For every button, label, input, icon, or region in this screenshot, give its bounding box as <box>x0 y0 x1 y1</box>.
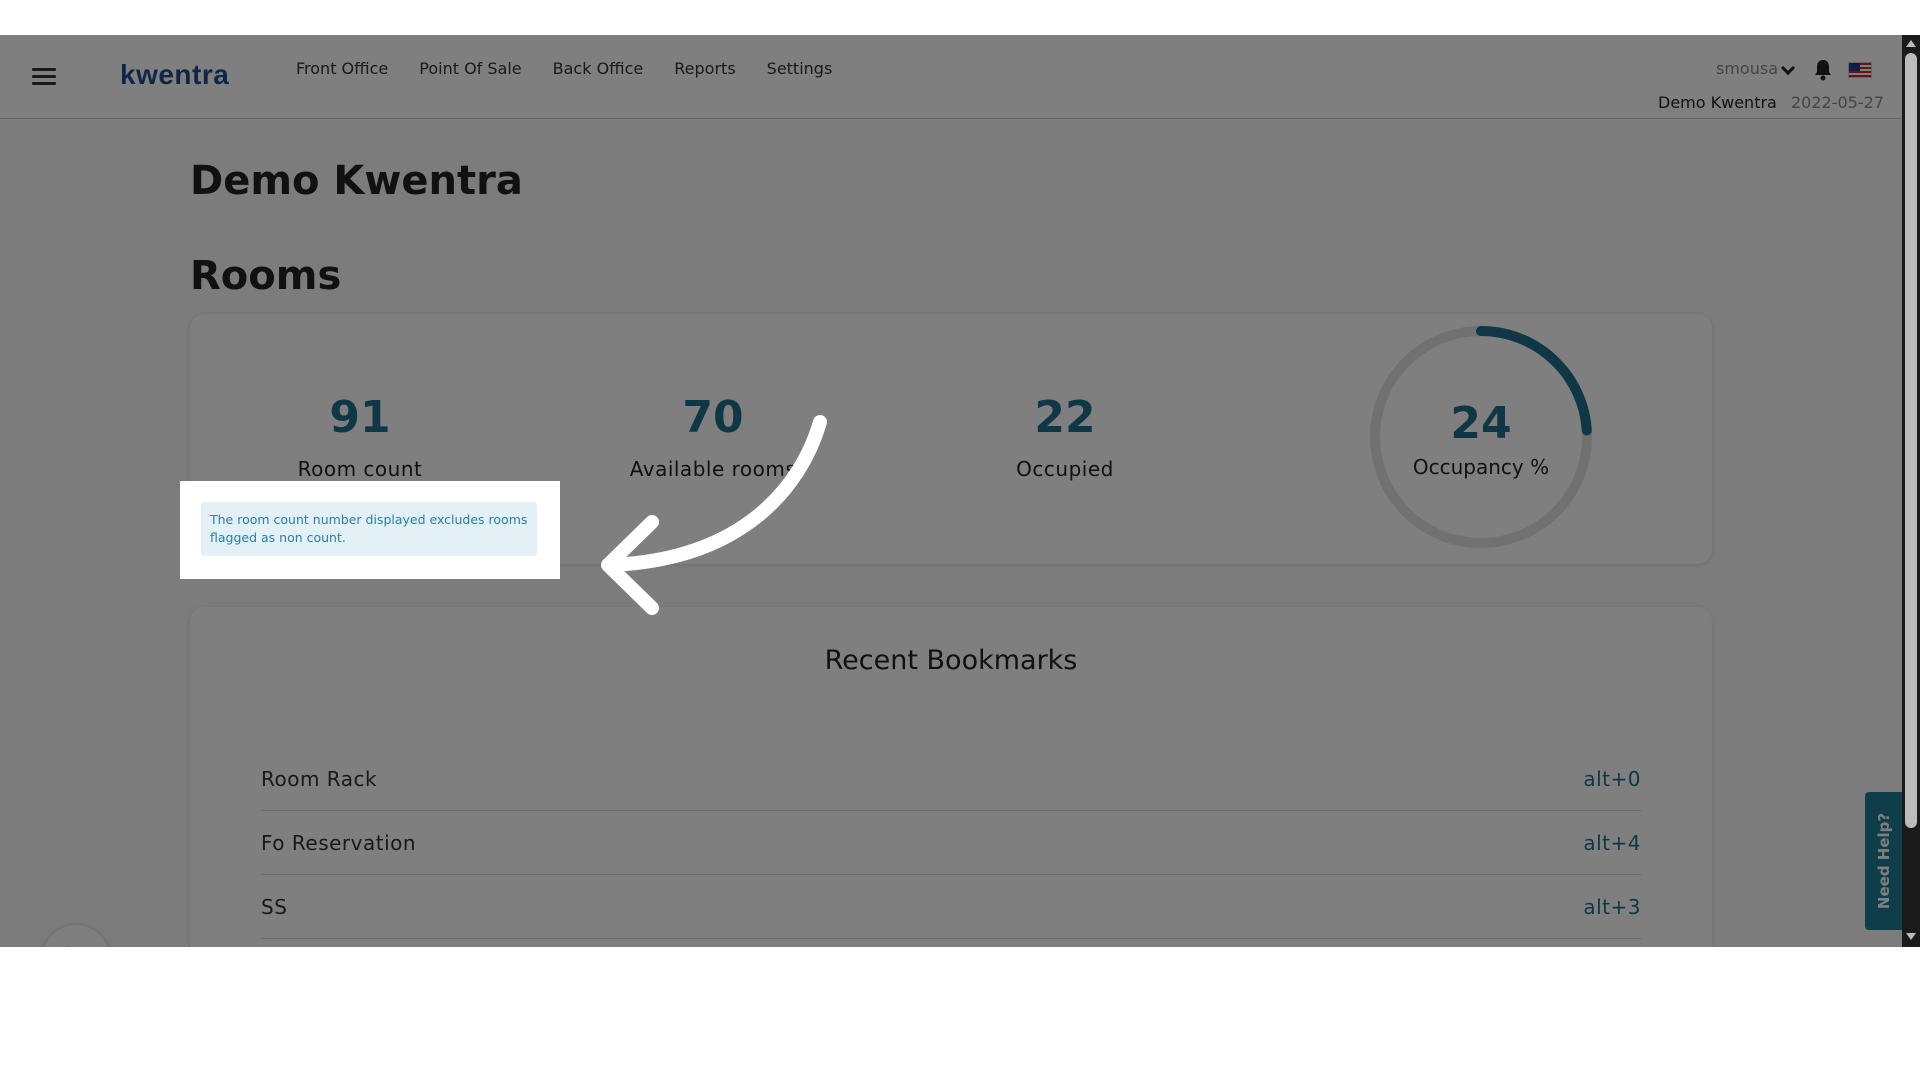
scrollbar-thumb[interactable] <box>1905 53 1917 828</box>
curved-arrow-icon <box>601 415 827 615</box>
tooltip-callout: The room count number displayed excludes… <box>201 502 537 556</box>
vertical-scrollbar[interactable] <box>1902 35 1920 947</box>
scroll-down-icon[interactable] <box>1906 933 1916 940</box>
bottom-blank-area <box>0 947 1920 1080</box>
app-viewport: kwentra Front Office Point Of Sale Back … <box>0 35 1902 947</box>
scroll-up-icon[interactable] <box>1906 40 1916 47</box>
top-strip <box>0 0 1920 35</box>
